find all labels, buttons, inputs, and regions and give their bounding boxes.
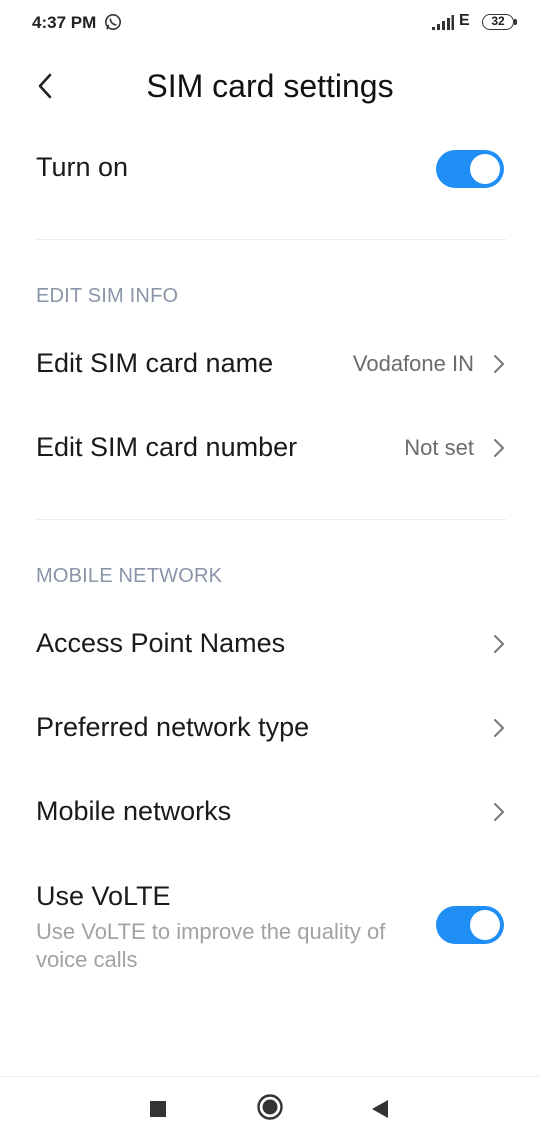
edit-sim-number-row[interactable]: Edit SIM card number Not set bbox=[0, 418, 540, 478]
chevron-right-icon bbox=[494, 439, 504, 457]
edit-sim-name-label: Edit SIM card name bbox=[36, 348, 274, 378]
network-type-label: E bbox=[459, 12, 470, 29]
volte-toggle[interactable] bbox=[436, 906, 504, 944]
turn-on-toggle[interactable] bbox=[436, 150, 504, 188]
home-button[interactable] bbox=[248, 1085, 292, 1129]
volte-label: Use VoLTE bbox=[36, 881, 171, 911]
battery-tip bbox=[514, 19, 517, 25]
triangle-back-icon bbox=[372, 1100, 388, 1118]
access-point-names-label: Access Point Names bbox=[36, 628, 286, 658]
mobile-networks-row[interactable]: Mobile networks bbox=[0, 782, 540, 842]
sim-name-value: Vodafone IN bbox=[352, 351, 474, 376]
edit-sim-name-row[interactable]: Edit SIM card name Vodafone IN bbox=[0, 334, 540, 394]
volte-row[interactable]: Use VoLTE Use VoLTE to improve the quali… bbox=[0, 866, 540, 986]
recents-button[interactable] bbox=[136, 1087, 180, 1131]
signal-icon bbox=[432, 15, 454, 30]
page-title: SIM card settings bbox=[146, 68, 394, 104]
toggle-knob bbox=[470, 910, 500, 940]
chevron-right-icon bbox=[494, 355, 504, 373]
circle-home-icon bbox=[257, 1094, 283, 1120]
chevron-right-icon bbox=[494, 803, 504, 821]
preferred-network-type-row[interactable]: Preferred network type bbox=[0, 698, 540, 758]
battery-icon: 32 bbox=[482, 14, 514, 30]
square-recents-icon bbox=[150, 1101, 166, 1117]
sim-number-value: Not set bbox=[404, 435, 474, 460]
back-button[interactable] bbox=[28, 66, 62, 106]
preferred-network-type-label: Preferred network type bbox=[36, 712, 310, 742]
section-header-mobile-network: MOBILE NETWORK bbox=[36, 565, 223, 587]
chevron-right-icon bbox=[494, 719, 504, 737]
access-point-names-row[interactable]: Access Point Names bbox=[0, 614, 540, 674]
battery-level: 32 bbox=[491, 14, 505, 28]
edit-sim-number-label: Edit SIM card number bbox=[36, 432, 298, 462]
turn-on-row[interactable]: Turn on bbox=[0, 138, 540, 200]
divider bbox=[36, 519, 506, 520]
turn-on-label: Turn on bbox=[36, 152, 129, 182]
toggle-knob bbox=[470, 154, 500, 184]
whatsapp-icon bbox=[105, 14, 121, 30]
chevron-left-icon bbox=[38, 73, 52, 99]
chevron-right-icon bbox=[494, 635, 504, 653]
navigation-bar bbox=[0, 1076, 540, 1141]
back-nav-button[interactable] bbox=[358, 1087, 402, 1131]
header: SIM card settings bbox=[0, 56, 540, 118]
status-bar: 4:37 PM E 32 bbox=[0, 0, 540, 46]
mobile-networks-label: Mobile networks bbox=[36, 796, 232, 826]
divider bbox=[36, 239, 506, 240]
status-time: 4:37 PM bbox=[32, 13, 97, 32]
section-header-edit-sim-info: EDIT SIM INFO bbox=[36, 285, 179, 307]
volte-description: Use VoLTE to improve the quality of voic… bbox=[36, 919, 386, 972]
